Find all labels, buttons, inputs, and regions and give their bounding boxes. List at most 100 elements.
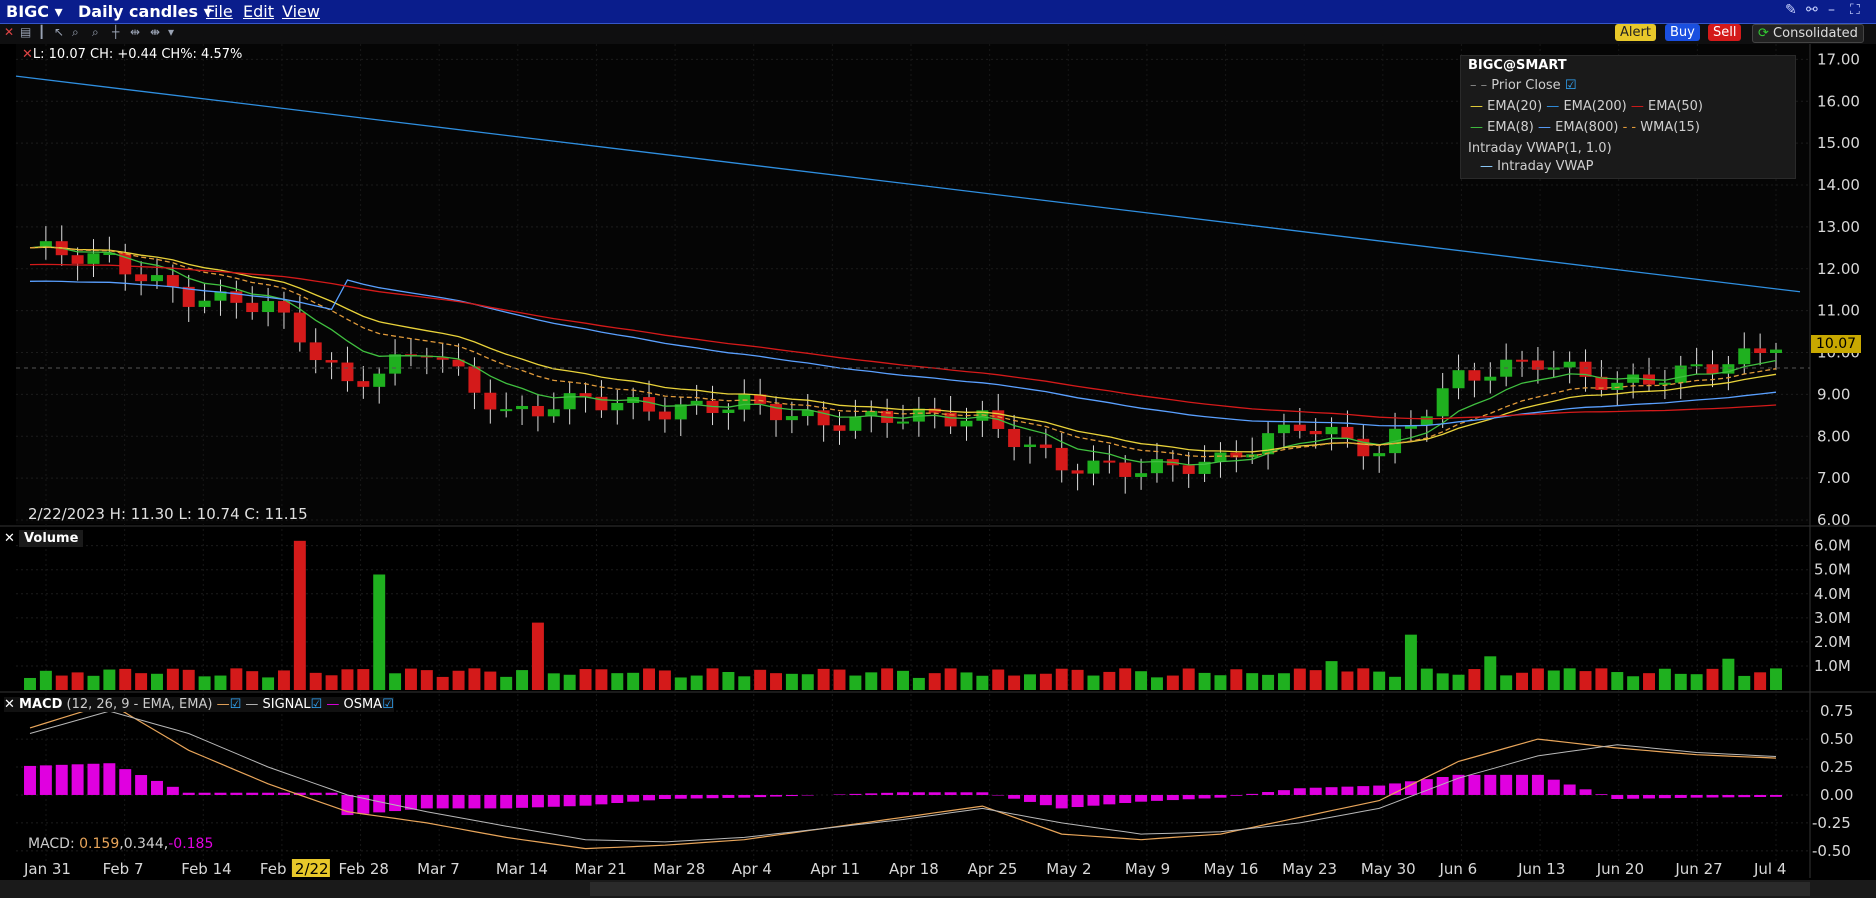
x-tick-label: Jun 20	[1596, 860, 1644, 878]
candle-body	[516, 405, 529, 410]
x-tick-label: Mar 21	[574, 860, 626, 878]
ema200-label[interactable]: EMA(200)	[1563, 99, 1626, 114]
ema20-label[interactable]: EMA(20)	[1487, 99, 1542, 114]
volume-bar	[1452, 674, 1465, 690]
osma-bar	[1547, 779, 1560, 795]
macd-check[interactable]: ☑	[230, 697, 242, 712]
volume-bar	[484, 671, 497, 690]
volume-bar	[1103, 671, 1116, 690]
volume-bar	[690, 675, 703, 690]
close-macd-icon[interactable]: ✕	[4, 697, 15, 712]
candle-body	[373, 373, 386, 387]
volume-bar	[611, 673, 624, 690]
signal-label[interactable]: SIGNAL	[263, 697, 311, 712]
osma-label[interactable]: OSMA	[343, 697, 382, 712]
volume-bar	[1579, 671, 1592, 690]
osma-bar	[389, 794, 402, 812]
candle-body	[341, 362, 354, 382]
ema50-label[interactable]: EMA(50)	[1648, 99, 1703, 114]
osma-bar	[198, 792, 211, 795]
volume-bar	[1373, 671, 1386, 690]
volume-bar	[39, 670, 52, 690]
volume-bar	[1087, 675, 1100, 690]
volume-bar	[960, 672, 973, 690]
osma-bar	[277, 792, 290, 795]
macd-readout: MACD: 0.159,0.344,-0.185	[28, 836, 214, 852]
volume-bar	[881, 668, 894, 690]
close-x-icon[interactable]: ✕	[22, 47, 33, 62]
candle-body	[547, 409, 560, 417]
macd-tick-label: 0.50	[1820, 730, 1853, 748]
volume-tick-label: 5.0M	[1814, 561, 1851, 579]
osma-bar	[151, 780, 163, 795]
volume-bar	[1563, 668, 1576, 690]
osma-bar	[658, 794, 671, 799]
volume-bar	[1706, 668, 1719, 690]
navigator-window[interactable]	[590, 882, 1810, 896]
volume-bar	[897, 670, 909, 690]
osma-bar	[1039, 794, 1052, 806]
checkbox-icon[interactable]: ☑	[1565, 78, 1577, 93]
candle-body	[674, 404, 687, 420]
volume-bar	[404, 668, 417, 690]
legend-vwap[interactable]: — Intraday VWAP	[1480, 159, 1593, 174]
volume-bar	[1738, 675, 1751, 690]
volume-bar	[1182, 668, 1195, 690]
price-tick-label: 16.00	[1817, 92, 1860, 110]
volume-bar	[119, 668, 132, 690]
price-tick-label: 14.00	[1817, 176, 1860, 194]
price-tick-label: 6.00	[1817, 511, 1850, 529]
volume-bar	[754, 669, 767, 690]
x-tick-label: Feb	[260, 860, 287, 878]
volume-bar	[1404, 634, 1417, 690]
ema8-label[interactable]: EMA(8)	[1487, 120, 1534, 135]
osma-bar	[1770, 794, 1782, 797]
osma-bar	[71, 764, 84, 795]
osma-bar	[1627, 794, 1640, 799]
volume-bar	[928, 673, 941, 690]
x-tick-label: Jul 4	[1753, 860, 1786, 878]
volume-bar	[1055, 668, 1068, 690]
osma-bar	[1674, 794, 1687, 798]
volume-bar	[103, 669, 116, 690]
ema800-label[interactable]: EMA(800)	[1555, 120, 1618, 135]
volume-bar	[627, 672, 640, 690]
x-tick-label: Mar 14	[496, 860, 548, 878]
osma-bar	[627, 794, 640, 802]
volume-bar	[563, 674, 576, 690]
volume-bar	[1357, 668, 1370, 690]
osma-bar	[55, 764, 68, 795]
legend-prior-close[interactable]: – – Prior Close ☑	[1470, 78, 1576, 93]
candle-body	[1516, 359, 1529, 362]
volume-bar	[135, 673, 148, 690]
volume-title-text: Volume	[19, 530, 84, 547]
candle-body	[1293, 424, 1306, 431]
osma-bar	[436, 794, 449, 809]
osma-bar	[643, 794, 656, 801]
volume-bar	[468, 668, 481, 690]
price-tick-label: 13.00	[1817, 218, 1860, 236]
osma-bar	[1420, 779, 1433, 795]
volume-bar	[246, 671, 259, 690]
volume-bar	[1389, 676, 1402, 690]
osma-bar	[516, 794, 529, 808]
wma15-label[interactable]: WMA(15)	[1640, 120, 1700, 135]
volume-bar	[722, 671, 735, 690]
volume-bar	[1658, 668, 1671, 690]
candle-body	[690, 400, 703, 405]
legend-vwap-title[interactable]: Intraday VWAP(1, 1.0)	[1468, 141, 1612, 156]
close-volume-icon[interactable]: ✕	[4, 531, 15, 546]
candle-body	[309, 342, 322, 361]
candle-body	[293, 312, 306, 343]
volume-bar	[531, 622, 544, 690]
volume-bar	[341, 669, 354, 690]
volume-title: ✕ Volume	[4, 530, 84, 547]
osma-bar	[1595, 794, 1608, 795]
osma-bar	[1373, 785, 1386, 795]
osma-bar	[1706, 794, 1719, 798]
osma-bar	[754, 794, 767, 798]
legend-title[interactable]: BIGC@SMART	[1468, 58, 1567, 73]
volume-bar	[1277, 673, 1290, 690]
candle-body	[722, 409, 735, 413]
candle-body	[1468, 370, 1481, 381]
